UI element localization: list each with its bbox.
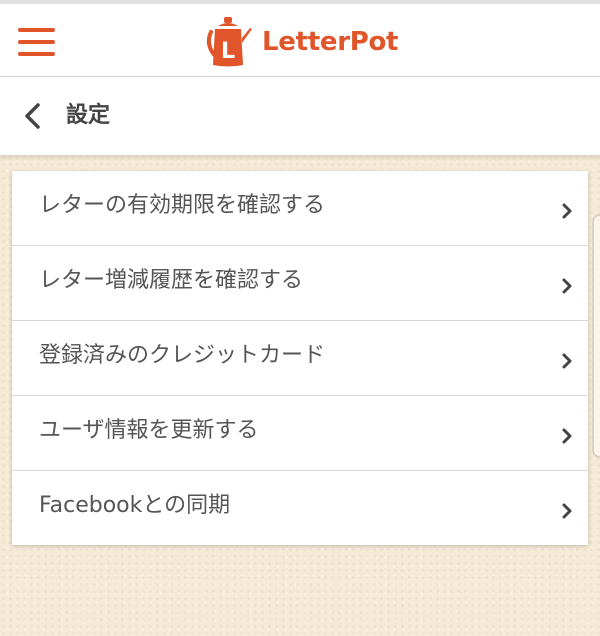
chevron-right-icon <box>562 278 572 294</box>
app-header: L LetterPot <box>0 4 600 77</box>
chevron-right-icon <box>562 353 572 369</box>
menu-item-label: ユーザ情報を更新する <box>39 418 259 443</box>
teapot-logo-icon: L <box>206 17 252 67</box>
chevron-right-icon <box>562 503 572 519</box>
hamburger-menu-icon[interactable] <box>18 28 55 58</box>
page-title: 設定 <box>66 103 111 128</box>
logo-letter: L <box>221 39 235 64</box>
menu-item-letter-history[interactable]: レター増減履歴を確認する <box>12 246 588 321</box>
menu-item-label: 登録済みのクレジットカード <box>39 343 326 368</box>
menu-item-facebook-sync[interactable]: Facebookとの同期 <box>12 471 588 545</box>
menu-item-label: Facebookとの同期 <box>39 493 231 518</box>
chevron-right-icon <box>562 203 572 219</box>
menu-item-label: レターの有効期限を確認する <box>39 193 326 218</box>
menu-item-letter-expiry[interactable]: レターの有効期限を確認する <box>12 171 588 246</box>
menu-item-update-user[interactable]: ユーザ情報を更新する <box>12 396 588 471</box>
chevron-right-icon <box>562 428 572 444</box>
brand[interactable]: L LetterPot <box>204 14 398 70</box>
app-screen: L LetterPot 設定 レターの有効期限を確認する レター増減履歴を確認す… <box>0 0 600 636</box>
menu-item-credit-card[interactable]: 登録済みのクレジットカード <box>12 321 588 396</box>
chevron-left-icon <box>25 103 40 129</box>
brand-name: LetterPot <box>262 27 399 57</box>
back-button[interactable] <box>18 99 48 133</box>
settings-subheader: 設定 <box>0 77 600 155</box>
settings-menu: レターの有効期限を確認する レター増減履歴を確認する 登録済みのクレジットカード… <box>12 171 588 545</box>
scroll-handle[interactable] <box>592 214 600 458</box>
menu-item-label: レター増減履歴を確認する <box>39 268 304 293</box>
